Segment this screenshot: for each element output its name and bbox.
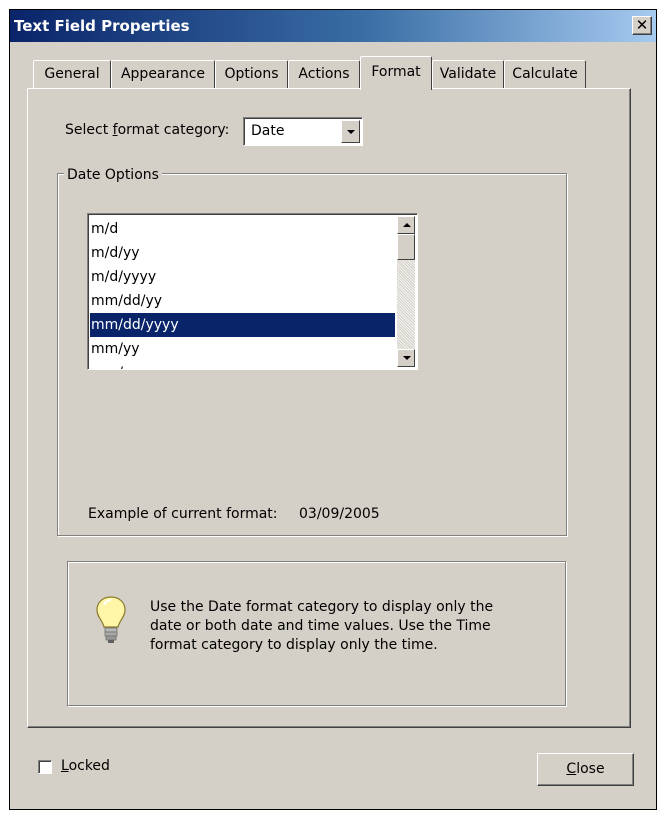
scroll-up-button[interactable] [397,216,415,234]
dialog-title: Text Field Properties [14,17,190,35]
date-format-items: m/d m/d/yy m/d/yyyy mm/dd/yy mm/dd/yyyy mm/yy… [90,217,395,369]
tab-label: Validate [439,66,497,82]
scroll-thumb[interactable] [397,234,415,260]
date-format-list[interactable]: m/d m/d/yy m/d/yyyy mm/dd/yy mm/dd/yyyy mm/yy… [87,213,418,370]
close-icon: ✕ [635,16,649,34]
tab-calculate[interactable]: Calculate [504,60,586,88]
scroll-down-icon [403,356,411,360]
info-line: date or both date and time values. Use t… [150,618,491,634]
tab-label: Appearance [120,66,206,82]
locked-checkbox[interactable] [38,760,52,774]
scroll-down-button[interactable] [397,349,415,367]
tab-appearance[interactable]: Appearance [111,60,215,88]
locked-label[interactable]: Locked [61,758,110,774]
format-category-value: Date [251,123,285,139]
tab-actions[interactable]: Actions [288,60,360,88]
label-accelerator: L [61,758,69,774]
date-format-option[interactable]: mm/dd/yyyy [90,313,395,337]
scroll-up-icon [403,223,411,227]
dropdown-button[interactable] [341,120,360,143]
info-line: format category to display only the time… [150,637,438,653]
tab-format[interactable]: Format [360,56,432,90]
label-part: ormat category: [117,122,230,138]
close-window-button[interactable]: ✕ [632,16,652,35]
info-text: Use the Date format category to display … [150,598,530,655]
format-category-select[interactable]: Date [243,117,363,146]
tab-label: Calculate [512,66,578,82]
tab-validate[interactable]: Validate [432,60,504,88]
date-format-option[interactable]: mm/yyyy [90,361,395,369]
label-part: ocked [68,758,110,774]
date-format-option[interactable]: m/d/yyyy [90,265,395,289]
lightbulb-icon [96,596,126,643]
date-options-title: Date Options [64,167,162,183]
format-category-label: Select format category: [65,122,229,138]
tab-label: Options [224,66,279,82]
tab-label: Format [371,64,421,80]
tab-options[interactable]: Options [215,60,288,88]
tab-label: Actions [298,66,350,82]
label-part: Select [65,122,113,138]
date-format-option[interactable]: m/d [90,217,395,241]
close-button[interactable]: Close [537,753,634,786]
tab-label: General [44,66,100,82]
tab-general[interactable]: General [33,60,111,88]
date-format-option[interactable]: mm/yy [90,337,395,361]
button-accelerator: C [566,761,577,777]
info-line: Use the Date format category to display … [150,599,494,615]
list-scrollbar[interactable] [397,216,415,367]
date-format-option[interactable]: mm/dd/yy [90,289,395,313]
date-format-option[interactable]: m/d/yy [90,241,395,265]
button-label: lose [576,761,605,777]
title-bar[interactable]: Text Field Properties ✕ [10,10,656,42]
example-format-label: Example of current format: [88,506,278,522]
example-format-value: 03/09/2005 [299,506,380,522]
chevron-down-icon [347,130,355,134]
